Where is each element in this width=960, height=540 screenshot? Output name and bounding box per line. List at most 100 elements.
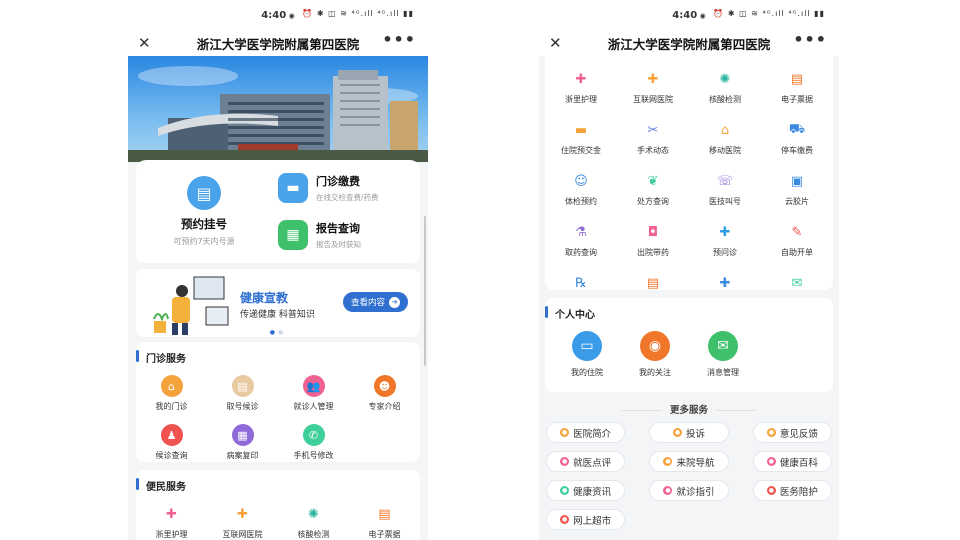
more-services-title: 更多服务 xyxy=(539,402,839,416)
grid-item-label: 医技叫号 xyxy=(709,197,741,206)
section-title: 便民服务 xyxy=(136,470,420,493)
message-icon: ✉ xyxy=(708,331,738,361)
outpatient-grid: ⌂ 我的门诊 ▤ 取号候诊 👥 就诊人管理 ☻ 专家介绍 ♟ 候诊查询 ▦ 病案复印 ✆ 手机号修改 xyxy=(136,375,420,461)
hospital-banner-image[interactable] xyxy=(128,56,428,162)
more-service-chip[interactable]: ● 健康资讯 xyxy=(546,480,626,501)
nurse-icon: ✚ xyxy=(166,506,177,522)
grid-item[interactable]: ✎ 自助开单 xyxy=(761,221,833,258)
grid-item-label: 处方查询 xyxy=(637,197,669,206)
hospital-icon: ✚ xyxy=(237,506,248,522)
phone-screen-scrolled: 4:40 ⏰ ✱ ◫ ≋ ⁴ᴳ.ıll ⁴ᴳ.ıll ▮▮ ✕ 浙江大学医学院附… xyxy=(539,0,839,540)
grid-item-label: 互联网医院 xyxy=(633,95,673,104)
outpatient-pay-button[interactable]: ▬ 门诊缴费 在线交检查费/药费 xyxy=(272,172,420,203)
checkup-icon: ☺ xyxy=(574,173,588,189)
grid-item[interactable]: ✆ 手机号修改 xyxy=(278,424,349,461)
health-education-banner[interactable]: 健康宣教 传递健康 科普知识 查看内容 xyxy=(136,269,420,337)
promo-title: 健康宣教 xyxy=(240,291,289,305)
grid-item[interactable]: ✚ 浙里护理 xyxy=(136,503,207,540)
grid-item-label: 体检预约 xyxy=(565,197,597,206)
section-title: 个人中心 xyxy=(545,298,833,321)
personal-item-label: 我的关注 xyxy=(639,368,671,377)
grid-item[interactable]: ✺ 核酸检测 xyxy=(278,503,349,540)
grid-item-label: 专家介绍 xyxy=(368,402,401,411)
grid-item-label: 就诊人管理 xyxy=(293,402,334,411)
report-query-button[interactable]: ▦ 报告查询 报告及时获知 xyxy=(272,220,420,251)
grid-item[interactable]: ✚ 互联网医院 xyxy=(207,503,278,540)
more-service-chip[interactable]: ● 就医点评 xyxy=(546,451,626,472)
personal-item[interactable]: ✉ 消息管理 xyxy=(689,331,757,378)
grid-item-label: 云胶片 xyxy=(785,197,809,206)
rx-icon: ℞ xyxy=(575,275,587,291)
grid-item[interactable]: ❦ 处方查询 xyxy=(617,170,689,207)
more-service-chip[interactable]: ● 意见反馈 xyxy=(752,422,832,443)
more-menu-icon[interactable]: ••• xyxy=(793,30,827,49)
car-icon: ⛟ xyxy=(788,121,806,137)
close-icon[interactable]: ✕ xyxy=(138,34,151,52)
more-service-chip[interactable]: ● 医务陪护 xyxy=(752,480,832,501)
grid-item-label: 核酸检测 xyxy=(297,530,330,539)
chip-dot-icon: ● xyxy=(672,428,682,437)
grid-item[interactable]: ▬ 住院预交金 xyxy=(545,119,617,156)
pay-label: 门诊缴费 xyxy=(316,174,360,188)
quick-services: ▬ 门诊缴费 在线交检查费/药费 ▦ 报告查询 报告及时获知 xyxy=(272,160,420,263)
close-icon[interactable]: ✕ xyxy=(549,34,562,52)
civil-services-full-grid: ✚ 浙里护理 ✚ 互联网医院 ✺ 核酸检测 ▤ 电子票据 ▬ 住院预交金 ✂ 手术动态 ⌂ 移动医院 ⛟ 停车… xyxy=(545,56,833,309)
grid-item[interactable]: ☏ 医技叫号 xyxy=(689,170,761,207)
personal-item-label: 我的住院 xyxy=(571,368,603,377)
grid-item[interactable]: ☻ 专家介绍 xyxy=(349,375,420,412)
more-service-chip[interactable]: ● 健康百科 xyxy=(752,451,832,472)
chip-dot-icon: ● xyxy=(560,515,570,524)
register-button[interactable]: ▤ 预约挂号 可预约7天内号源 xyxy=(136,160,272,263)
grid-item[interactable]: ⚗ 取药查询 xyxy=(545,221,617,258)
grid-item[interactable]: ♟ 候诊查询 xyxy=(136,424,207,461)
grid-item[interactable]: ▤ 电子票据 xyxy=(349,503,420,540)
grid-item[interactable]: ▦ 病案复印 xyxy=(207,424,278,461)
more-service-chip[interactable]: ● 网上超市 xyxy=(546,509,626,530)
scrollbar[interactable] xyxy=(424,216,426,366)
more-menu-icon[interactable]: ••• xyxy=(382,30,416,49)
grid-item[interactable]: ✚ 预问诊 xyxy=(689,221,761,258)
grid-item[interactable]: ⌂ 移动医院 xyxy=(689,119,761,156)
section-title: 门诊服务 xyxy=(136,342,420,365)
chip-label: 医院简介 xyxy=(573,428,612,440)
nurse-icon: ✚ xyxy=(575,71,587,87)
grid-item-label: 手机号修改 xyxy=(293,451,334,460)
grid-item[interactable]: ✚ 互联网医院 xyxy=(617,68,689,105)
more-service-chip[interactable]: ● 来院导航 xyxy=(649,451,729,472)
pay-sub: 在线交检查费/药费 xyxy=(316,192,379,202)
grid-item[interactable]: ▣ 云胶片 xyxy=(761,170,833,207)
grid-item[interactable]: 👥 就诊人管理 xyxy=(278,375,349,412)
personal-center-section: 个人中心 ▭ 我的住院 ◉ 我的关注 ✉ 消息管理 xyxy=(545,298,833,392)
personal-item[interactable]: ▭ 我的住院 xyxy=(553,331,621,378)
more-service-chip[interactable]: ● 医院简介 xyxy=(546,422,626,443)
view-content-button[interactable]: 查看内容 xyxy=(342,292,408,312)
virus-icon: ✺ xyxy=(308,506,319,522)
personal-item[interactable]: ◉ 我的关注 xyxy=(621,331,689,378)
eye-icon: ◉ xyxy=(640,331,670,361)
grid-item[interactable]: ✂ 手术动态 xyxy=(617,119,689,156)
call-icon: ☏ xyxy=(716,173,734,189)
grid-item[interactable]: ⌂ 我的门诊 xyxy=(136,375,207,412)
grid-item[interactable]: ☺ 体检预约 xyxy=(545,170,617,207)
grid-item-label: 浙里护理 xyxy=(565,95,597,104)
grid-item-label: 停车缴费 xyxy=(781,146,813,155)
more-service-chip[interactable]: ● 投诉 xyxy=(649,422,729,443)
personal-items: ▭ 我的住院 ◉ 我的关注 ✉ 消息管理 xyxy=(545,331,833,378)
chip-dot-icon: ● xyxy=(766,457,776,466)
grid-item-label: 核酸检测 xyxy=(709,95,741,104)
more-service-chip[interactable]: ● 就诊指引 xyxy=(649,480,729,501)
register-sub: 可预约7天内号源 xyxy=(173,237,235,246)
grid-item-label: 浙里护理 xyxy=(155,530,188,539)
home-icon: ⌂ xyxy=(160,375,183,397)
grid-item[interactable]: ▤ 电子票据 xyxy=(761,68,833,105)
grid-item[interactable]: ⛟ 停车缴费 xyxy=(761,119,833,156)
queue-icon: ♟ xyxy=(160,424,183,446)
report-icon: ▦ xyxy=(278,220,308,251)
grid-item[interactable]: ◘ 出院带药 xyxy=(617,221,689,258)
medicine-icon: ◘ xyxy=(647,224,659,240)
grid-item[interactable]: ✺ 核酸检测 xyxy=(689,68,761,105)
civil-services-section: 便民服务 ✚ 浙里护理 ✚ 互联网医院 ✺ 核酸检测 ▤ 电子票据 xyxy=(136,470,420,540)
grid-item[interactable]: ▤ 取号候诊 xyxy=(207,375,278,412)
grid-item[interactable]: ✚ 浙里护理 xyxy=(545,68,617,105)
chip-label: 健康百科 xyxy=(779,457,818,469)
